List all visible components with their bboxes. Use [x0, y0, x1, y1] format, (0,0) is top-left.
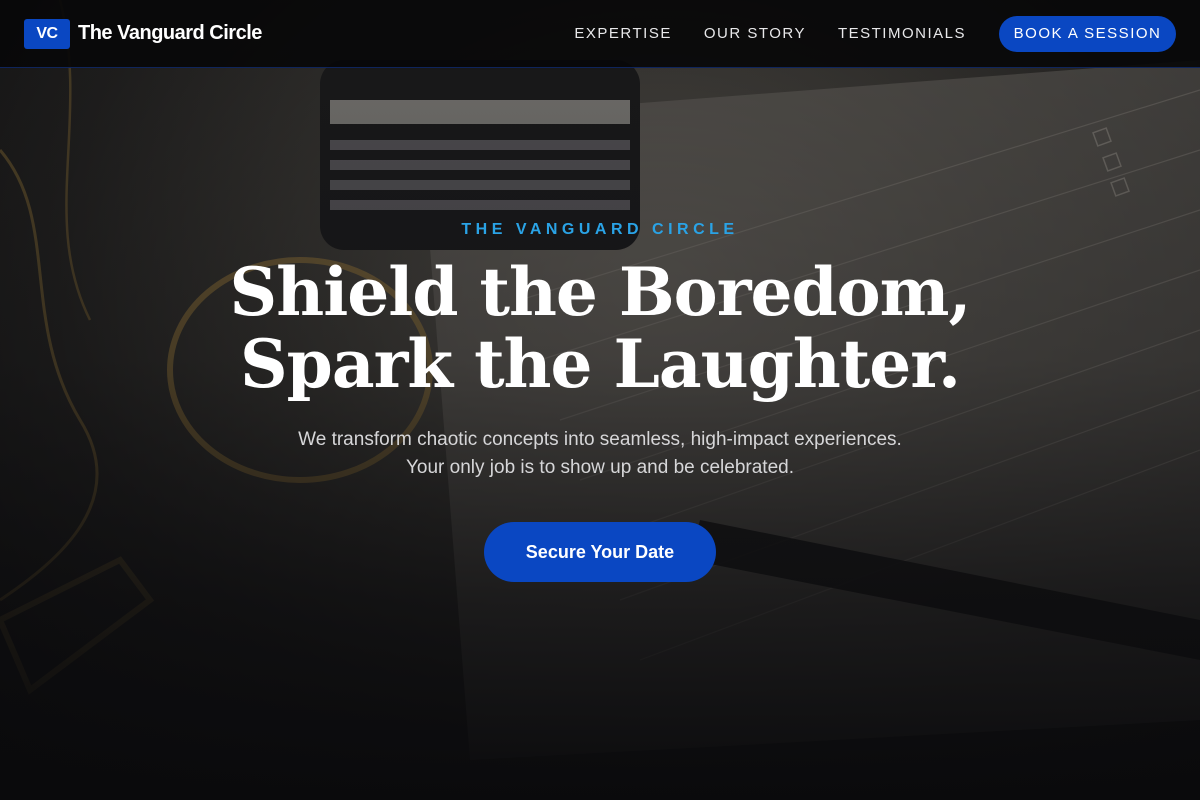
- book-session-button[interactable]: BOOK A SESSION: [999, 15, 1176, 52]
- nav-link-expertise[interactable]: EXPERTISE: [574, 25, 671, 42]
- top-navbar: VC The Vanguard Circle EXPERTISE OUR STO…: [0, 0, 1200, 68]
- brand-name: The Vanguard Circle: [78, 22, 262, 44]
- hero-headline: Shield the Boredom, Spark the Laughter.: [0, 256, 1200, 400]
- nav-link-our-story[interactable]: OUR STORY: [704, 25, 806, 42]
- brand-logo-link[interactable]: VC The Vanguard Circle: [24, 18, 262, 49]
- hero-section: THE VANGUARD CIRCLE Shield the Boredom, …: [0, 68, 1200, 800]
- nav-menu: EXPERTISE OUR STORY TESTIMONIALS BOOK A …: [542, 15, 1176, 52]
- nav-link-testimonials[interactable]: TESTIMONIALS: [838, 25, 966, 42]
- hero-subtext: We transform chaotic concepts into seaml…: [298, 429, 902, 478]
- secure-date-button[interactable]: Secure Your Date: [484, 522, 716, 582]
- hero-headline-line-2: Spark the Laughter.: [240, 325, 961, 403]
- brand-badge: VC: [24, 18, 70, 49]
- hero-eyebrow: THE VANGUARD CIRCLE: [461, 221, 739, 238]
- hero-headline-line-1: Shield the Boredom,: [229, 253, 972, 331]
